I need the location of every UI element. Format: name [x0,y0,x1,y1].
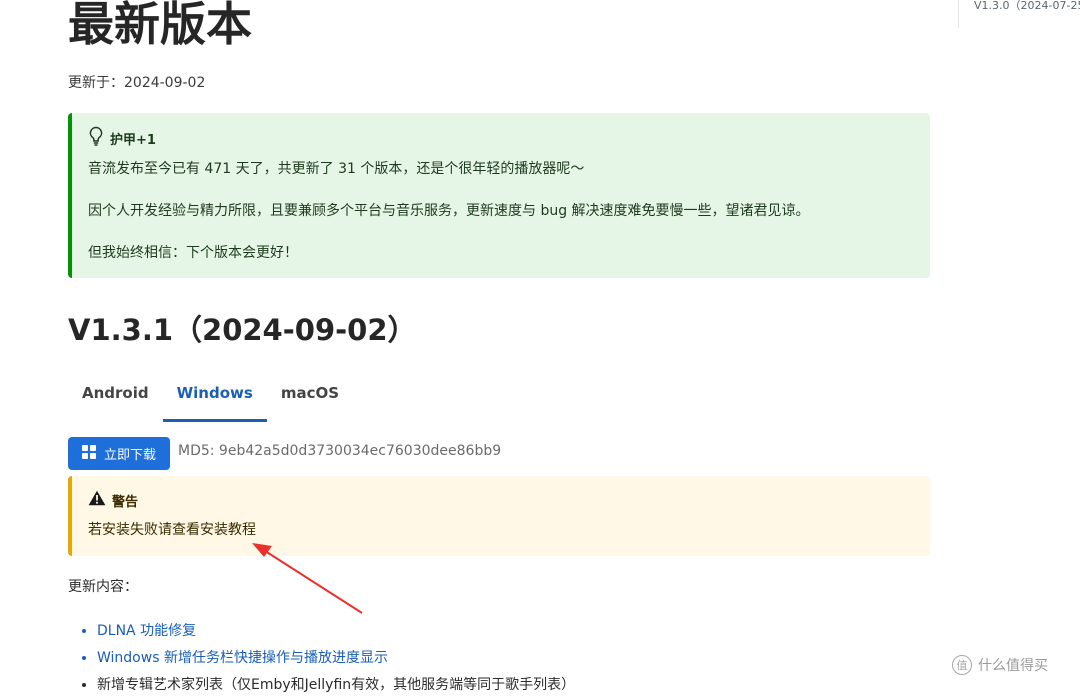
install-tutorial-link[interactable]: 若安装失败请查看安装教程 [88,520,930,540]
changes-list: DLNA 功能修复 Windows 新增任务栏快捷操作与播放进度显示 新增专辑艺… [80,618,575,699]
tip-heading-text: 护甲+1 [110,132,156,148]
warning-heading: 警告 [88,490,930,510]
tab-android[interactable]: Android [68,372,163,422]
windows-icon [81,444,104,463]
version-title: V1.3.1（2024-09-02） [68,313,417,347]
tip-callout: 护甲+1 音流发布至今已有 471 天了，共更新了 31 个版本，还是个很年轻的… [68,113,930,278]
platform-tabs: Android Windows macOS [68,372,353,424]
warning-triangle-icon [88,490,112,510]
page-title: 最新版本 [68,0,252,51]
tip-line-2: 因个人开发经验与精力所限，且要兼顾多个平台与音乐服务，更新速度与 bug 解决速… [88,203,810,219]
watermark-text: 什么值得买 [978,658,1048,674]
md5-checksum: MD5: 9eb42a5d0d3730034ec76030dee86bb9 [178,443,502,459]
updated-date: 更新于：2024-09-02 [68,75,206,91]
download-button[interactable]: 立即下载 [68,437,170,470]
lightbulb-icon [88,126,110,150]
list-item[interactable]: DLNA 功能修复 [97,618,575,645]
tip-line-1: 音流发布至今已有 471 天了，共更新了 31 个版本，还是个很年轻的播放器呢～ [88,161,585,177]
changes-label: 更新内容： [68,579,138,595]
list-item[interactable]: Windows 新增任务栏快捷操作与播放进度显示 [97,645,575,672]
toc-item-v130[interactable]: V1.3.0（2024-07-25 [974,0,1080,13]
download-button-label: 立即下载 [103,448,156,463]
list-item: 新增专辑艺术家列表（仅Emby和Jellyfin有效，其他服务端等同于歌手列表） [97,672,575,699]
tip-heading: 护甲+1 [88,126,930,150]
tab-windows[interactable]: Windows [162,372,267,422]
watermark: 值 什么值得买 [952,655,1048,675]
tab-macos[interactable]: macOS [267,372,353,422]
watermark-logo-icon: 值 [952,655,972,675]
warning-heading-text: 警告 [112,494,139,510]
tip-line-3: 但我始终相信：下个版本会更好！ [88,245,298,261]
toc-rail [958,0,959,28]
warning-callout: 警告 若安装失败请查看安装教程 [68,476,930,556]
